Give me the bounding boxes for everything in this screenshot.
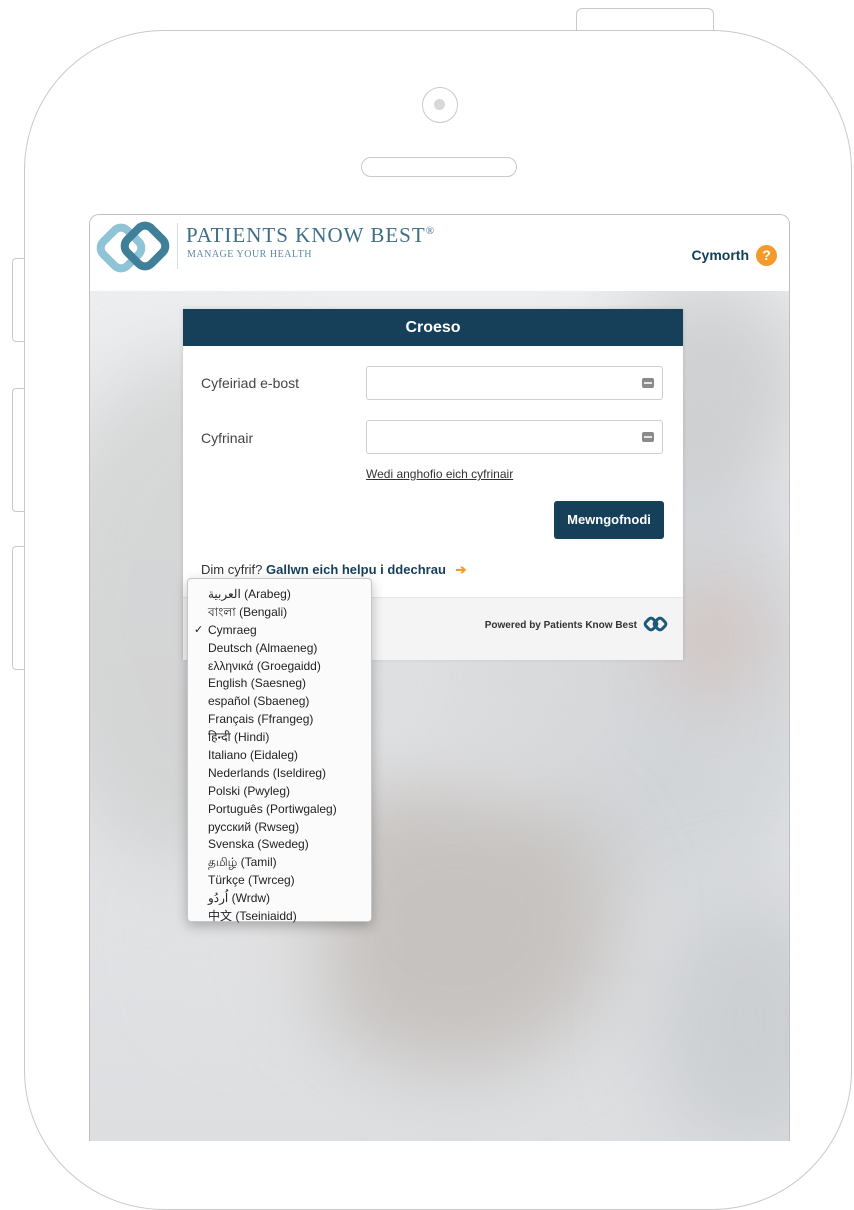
panel-title: Croeso — [183, 309, 683, 346]
language-option-label: العربية (Arabeg) — [208, 587, 291, 601]
language-option[interactable]: ελληνικά (Groegaidd) — [188, 658, 371, 676]
password-manager-icon[interactable] — [642, 378, 654, 388]
language-option-label: اُردُو (Wrdw) — [208, 891, 271, 906]
language-option[interactable]: Italiano (Eidaleg) — [188, 747, 371, 765]
forgot-password-link[interactable]: Wedi anghofio eich cyfrinair — [366, 467, 513, 481]
language-option-label: Nederlands (Iseldireg) — [208, 765, 327, 780]
login-button[interactable]: Mewngofnodi — [554, 501, 664, 539]
logo-divider — [177, 223, 178, 269]
language-option[interactable]: Nederlands (Iseldireg) — [188, 765, 371, 783]
language-option-label: русский (Rwseg) — [208, 819, 300, 834]
language-option[interactable]: اُردُو (Wrdw) — [188, 890, 371, 908]
email-field[interactable] — [366, 366, 663, 400]
language-option[interactable]: ✓ Cymraeg — [188, 622, 371, 640]
language-option[interactable]: Türkçe (Twrceg) — [188, 872, 371, 890]
password-manager-icon[interactable] — [642, 432, 654, 442]
question-mark-icon[interactable]: ? — [756, 245, 777, 266]
language-option-label: 中文 (Tseiniaidd) — [208, 909, 297, 924]
language-option-label: español (Sbaeneg) — [208, 694, 310, 709]
app-screen: PATIENTS KNOW BEST® MANAGE YOUR HEALTH C… — [89, 214, 790, 1141]
language-option[interactable]: العربية (Arabeg) — [188, 586, 371, 604]
language-option-label: Svenska (Swedeg) — [208, 837, 309, 852]
language-option-label: Polski (Pwyleg) — [208, 783, 291, 798]
language-option-label: Türkçe (Twrceg) — [208, 873, 295, 888]
signup-row: Dim cyfrif? Gallwn eich helpu i ddechrau… — [201, 562, 466, 578]
powered-by-text: Powered by Patients Know Best — [484, 620, 637, 631]
phone-power-button — [576, 8, 714, 32]
language-option[interactable]: 中文 (Tseiniaidd) — [188, 908, 371, 926]
language-option[interactable]: தமிழ் (Tamil) — [188, 854, 371, 872]
language-option-label: ελληνικά (Groegaidd) — [208, 658, 321, 673]
no-account-text: Dim cyfrif? — [201, 562, 263, 577]
phone-camera — [422, 87, 458, 123]
pkb-mini-logo-icon — [643, 616, 668, 632]
phone-volume-up — [12, 388, 24, 512]
app-header: PATIENTS KNOW BEST® MANAGE YOUR HEALTH C… — [90, 215, 789, 291]
brand-name: PATIENTS KNOW BEST® — [186, 223, 436, 247]
language-option[interactable]: español (Sbaeneg) — [188, 693, 371, 711]
language-menu[interactable]: العربية (Arabeg) বাংলা (Bengali) ✓ Cymraeg D… — [187, 578, 372, 923]
help-link[interactable]: Cymorth — [691, 247, 749, 263]
language-option-label: Français (Ffrangeg) — [208, 712, 314, 727]
checkmark-icon: ✓ — [194, 623, 204, 636]
brand-tagline: MANAGE YOUR HEALTH — [187, 249, 312, 260]
language-option[interactable]: Português (Portiwgaleg) — [188, 801, 371, 819]
language-option-label: বাংলা (Bengali) — [208, 604, 288, 619]
language-option-label: Português (Portiwgaleg) — [208, 801, 337, 816]
language-option-label: தமிழ் (Tamil) — [208, 855, 277, 870]
email-label: Cyfeiriad e-bost — [201, 375, 300, 391]
language-option[interactable]: русский (Rwseg) — [188, 819, 371, 837]
language-option-label: Italiano (Eidaleg) — [208, 748, 299, 763]
phone-volume-down — [12, 546, 24, 670]
arrow-right-icon[interactable]: ➔ — [456, 562, 467, 577]
language-option[interactable]: Deutsch (Almaeneg) — [188, 640, 371, 658]
language-option[interactable]: বাংলা (Bengali) — [188, 604, 371, 622]
signup-link[interactable]: Gallwn eich helpu i ddechrau — [266, 562, 446, 577]
language-option-label: Deutsch (Almaeneg) — [208, 640, 318, 655]
phone-speaker — [361, 157, 517, 177]
language-option-label: हिन्दी (Hindi) — [208, 730, 270, 745]
password-label: Cyfrinair — [201, 430, 254, 446]
phone-mute-switch — [12, 258, 24, 342]
pkb-logo-icon — [96, 221, 170, 273]
language-option[interactable]: Français (Ffrangeg) — [188, 711, 371, 729]
language-option-label: English (Saesneg) — [208, 676, 307, 691]
language-option[interactable]: हिन्दी (Hindi) — [188, 729, 371, 747]
language-option[interactable]: Svenska (Swedeg) — [188, 836, 371, 854]
language-option[interactable]: English (Saesneg) — [188, 675, 371, 693]
language-option-label: Cymraeg — [208, 622, 257, 637]
password-field[interactable] — [366, 420, 663, 454]
language-option[interactable]: Polski (Pwyleg) — [188, 783, 371, 801]
